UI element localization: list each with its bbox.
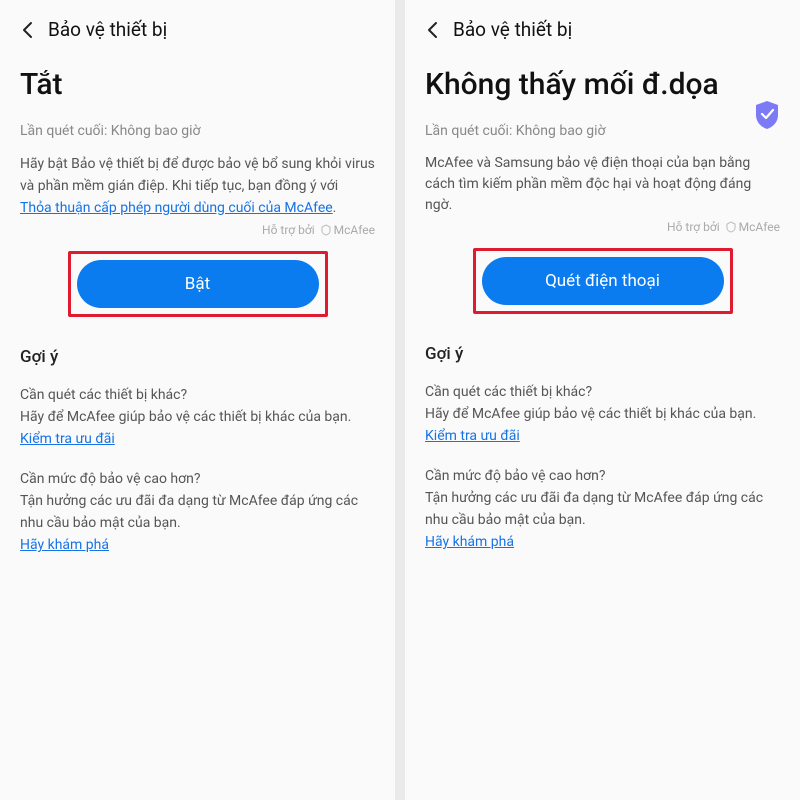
mcafee-text: McAfee — [739, 220, 780, 234]
tip-question: Cần mức độ bảo vệ cao hơn? — [20, 469, 375, 491]
chevron-left-icon — [21, 21, 33, 39]
header: Bảo vệ thiết bị — [20, 18, 375, 41]
tip-item: Cần quét các thiết bị khác? Hãy để McAfe… — [20, 385, 375, 447]
header: Bảo vệ thiết bị — [425, 18, 780, 41]
tip-question: Cần mức độ bảo vệ cao hơn? — [425, 466, 780, 488]
mcafee-logo: McAfee — [320, 223, 375, 237]
description-text: Hãy bật Bảo vệ thiết bị để được bảo vệ b… — [20, 156, 375, 194]
highlight-box: Bật — [68, 251, 328, 317]
tip-desc: Hãy để McAfee giúp bảo vệ các thiết bị k… — [425, 404, 780, 426]
check-offer-link[interactable]: Kiểm tra ưu đãi — [20, 431, 115, 447]
tip-item: Cần quét các thiết bị khác? Hãy để McAfe… — [425, 382, 780, 444]
mcafee-shield-icon — [725, 221, 737, 233]
tip-desc: Tận hưởng các ưu đãi đa dạng từ McAfee đ… — [425, 488, 780, 531]
tips-title: Gợi ý — [20, 347, 375, 367]
tip-desc: Tận hưởng các ưu đãi đa dạng từ McAfee đ… — [20, 491, 375, 534]
status-shield-icon — [754, 100, 780, 130]
screen-right: Bảo vệ thiết bị Không thấy mối đ.dọa Lần… — [405, 0, 800, 800]
sponsor-row: Hỗ trợ bởi McAfee — [425, 220, 780, 234]
tip-item: Cần mức độ bảo vệ cao hơn? Tận hưởng các… — [20, 469, 375, 553]
tip-question: Cần quét các thiết bị khác? — [425, 382, 780, 404]
mcafee-shield-icon — [320, 224, 332, 236]
mcafee-logo: McAfee — [725, 220, 780, 234]
back-button[interactable] — [20, 23, 34, 37]
explore-link[interactable]: Hãy khám phá — [20, 537, 109, 553]
header-title: Bảo vệ thiết bị — [48, 18, 167, 41]
check-offer-link[interactable]: Kiểm tra ưu đãi — [425, 428, 520, 444]
tip-desc: Hãy để McAfee giúp bảo vệ các thiết bị k… — [20, 407, 375, 429]
screen-left: Bảo vệ thiết bị Tắt Lần quét cuối: Không… — [0, 0, 395, 800]
scan-phone-button[interactable]: Quét điện thoại — [482, 257, 724, 305]
period: . — [333, 200, 337, 216]
sponsor-label: Hỗ trợ bởi — [667, 220, 720, 234]
explore-link[interactable]: Hãy khám phá — [425, 534, 514, 550]
tips-title: Gợi ý — [425, 344, 780, 364]
highlight-box: Quét điện thoại — [473, 248, 733, 314]
page-title: Không thấy mối đ.dọa — [425, 67, 780, 103]
back-button[interactable] — [425, 23, 439, 37]
tip-question: Cần quét các thiết bị khác? — [20, 385, 375, 407]
enable-button[interactable]: Bật — [77, 260, 319, 308]
sponsor-row: Hỗ trợ bởi McAfee — [20, 223, 375, 237]
description-text: McAfee và Samsung bảo vệ điện thoại của … — [425, 153, 780, 216]
mcafee-text: McAfee — [334, 223, 375, 237]
sponsor-label: Hỗ trợ bởi — [262, 223, 315, 237]
last-scan-text: Lần quét cuối: Không bao giờ — [425, 123, 780, 139]
last-scan-text: Lần quét cuối: Không bao giờ — [20, 123, 375, 139]
page-title: Tắt — [20, 67, 375, 103]
tip-item: Cần mức độ bảo vệ cao hơn? Tận hưởng các… — [425, 466, 780, 550]
header-title: Bảo vệ thiết bị — [453, 18, 572, 41]
eula-link[interactable]: Thỏa thuận cấp phép người dùng cuối của … — [20, 200, 333, 216]
chevron-left-icon — [426, 21, 438, 39]
